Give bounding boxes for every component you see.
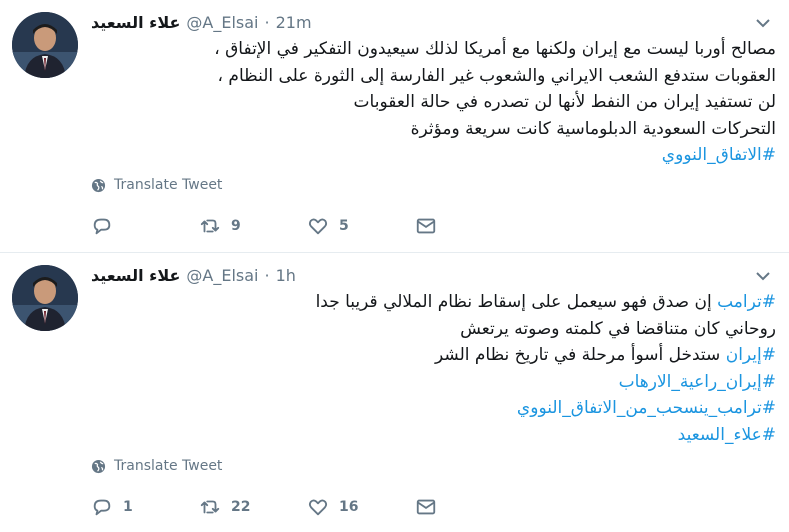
separator-dot: · bbox=[264, 12, 270, 32]
tweet-line: التحركات السعودية الدبلوماسية كانت سريعة… bbox=[410, 118, 776, 139]
retweet-icon bbox=[200, 500, 220, 514]
retweet-icon bbox=[200, 219, 220, 233]
timestamp[interactable]: 1h bbox=[276, 266, 296, 285]
avatar[interactable] bbox=[12, 12, 78, 78]
timestamp[interactable]: 21m bbox=[276, 13, 312, 32]
tweet[interactable]: علاء السعيد @A_Elsai · 1h #ترامب إن صدق … bbox=[0, 253, 789, 532]
tweet-line: العقوبات ستدفع الشعب الايراني والشعوب غي… bbox=[217, 65, 776, 86]
like-count: 5 bbox=[339, 218, 349, 234]
reply-icon bbox=[93, 499, 111, 516]
translate-tweet-link[interactable]: Translate Tweet bbox=[91, 177, 222, 193]
translate-label: Translate Tweet bbox=[114, 458, 223, 474]
retweet-button[interactable]: 9 bbox=[199, 215, 307, 237]
direct-message-button[interactable] bbox=[415, 215, 447, 237]
direct-message-button[interactable] bbox=[415, 496, 447, 518]
tweet-text-content: #ترامب إن صدق فهو سيعمل على إسقاط نظام ا… bbox=[91, 289, 776, 448]
hashtag-link[interactable]: #إيران_راعية_الارهاب bbox=[91, 369, 776, 396]
tweet-header: علاء السعيد @A_Elsai · 21m bbox=[91, 10, 312, 34]
author-handle[interactable]: @A_Elsai bbox=[186, 266, 258, 285]
tweet-header: علاء السعيد @A_Elsai · 1h bbox=[91, 263, 296, 287]
envelope-icon bbox=[416, 499, 436, 515]
hashtag-link[interactable]: #علاء_السعيد bbox=[91, 422, 776, 449]
hashtag-link[interactable]: #ترامب_ينسحب_من_الاتفاق_النووي bbox=[91, 395, 776, 422]
like-button[interactable]: 16 bbox=[307, 496, 415, 518]
reply-count: 1 bbox=[123, 499, 133, 515]
translate-tweet-link[interactable]: Translate Tweet bbox=[91, 458, 222, 474]
tweet-line: #ترامب إن صدق فهو سيعمل على إسقاط نظام ا… bbox=[91, 289, 776, 316]
retweet-count: 22 bbox=[231, 499, 251, 515]
separator-dot: · bbox=[264, 265, 270, 285]
like-count: 16 bbox=[339, 499, 359, 515]
hashtag-link[interactable]: #ترامب bbox=[717, 292, 776, 312]
hashtag-link[interactable]: #الاتفاق_النووي bbox=[91, 142, 776, 169]
tweet-line: روحاني كان متناقضا في كلمته وصوته يرتعش bbox=[460, 318, 776, 339]
globe-icon bbox=[91, 459, 106, 473]
heart-icon bbox=[308, 499, 328, 516]
heart-icon bbox=[308, 218, 328, 235]
avatar[interactable] bbox=[12, 265, 78, 331]
author-name[interactable]: علاء السعيد bbox=[91, 13, 180, 32]
retweet-button[interactable]: 22 bbox=[199, 496, 307, 518]
tweet-actions: 9 5 bbox=[91, 215, 447, 237]
tweet-line: لن تستفيد إيران من النفط لأنها لن تصدره … bbox=[353, 92, 776, 112]
reply-button[interactable]: 1 bbox=[91, 496, 199, 518]
tweet-line: #إيران ستدخل أسوأ مرحلة في تاريخ نظام ال… bbox=[91, 342, 776, 369]
tweet[interactable]: علاء السعيد @A_Elsai · 21m مصالح أوربا ل… bbox=[0, 0, 789, 253]
reply-button[interactable] bbox=[91, 215, 199, 237]
like-button[interactable]: 5 bbox=[307, 215, 415, 237]
globe-icon bbox=[91, 178, 106, 192]
hashtag-link[interactable]: #إيران bbox=[726, 345, 776, 365]
tweet-line: مصالح أوربا ليست مع إيران ولكنها مع أمري… bbox=[214, 39, 776, 59]
chevron-down-icon[interactable] bbox=[755, 14, 771, 28]
envelope-icon bbox=[416, 218, 436, 234]
retweet-count: 9 bbox=[231, 218, 241, 234]
author-name[interactable]: علاء السعيد bbox=[91, 266, 180, 285]
tweet-text: مصالح أوربا ليست مع إيران ولكنها مع أمري… bbox=[91, 36, 776, 169]
reply-icon bbox=[93, 218, 111, 235]
chevron-down-icon[interactable] bbox=[755, 267, 771, 281]
tweet-line-text: ستدخل أسوأ مرحلة في تاريخ نظام الشر bbox=[435, 345, 726, 365]
tweet-line-text: إن صدق فهو سيعمل على إسقاط نظام الملالي … bbox=[315, 292, 718, 312]
author-handle[interactable]: @A_Elsai bbox=[186, 13, 258, 32]
translate-label: Translate Tweet bbox=[114, 177, 223, 193]
tweet-actions: 1 22 16 bbox=[91, 496, 447, 518]
